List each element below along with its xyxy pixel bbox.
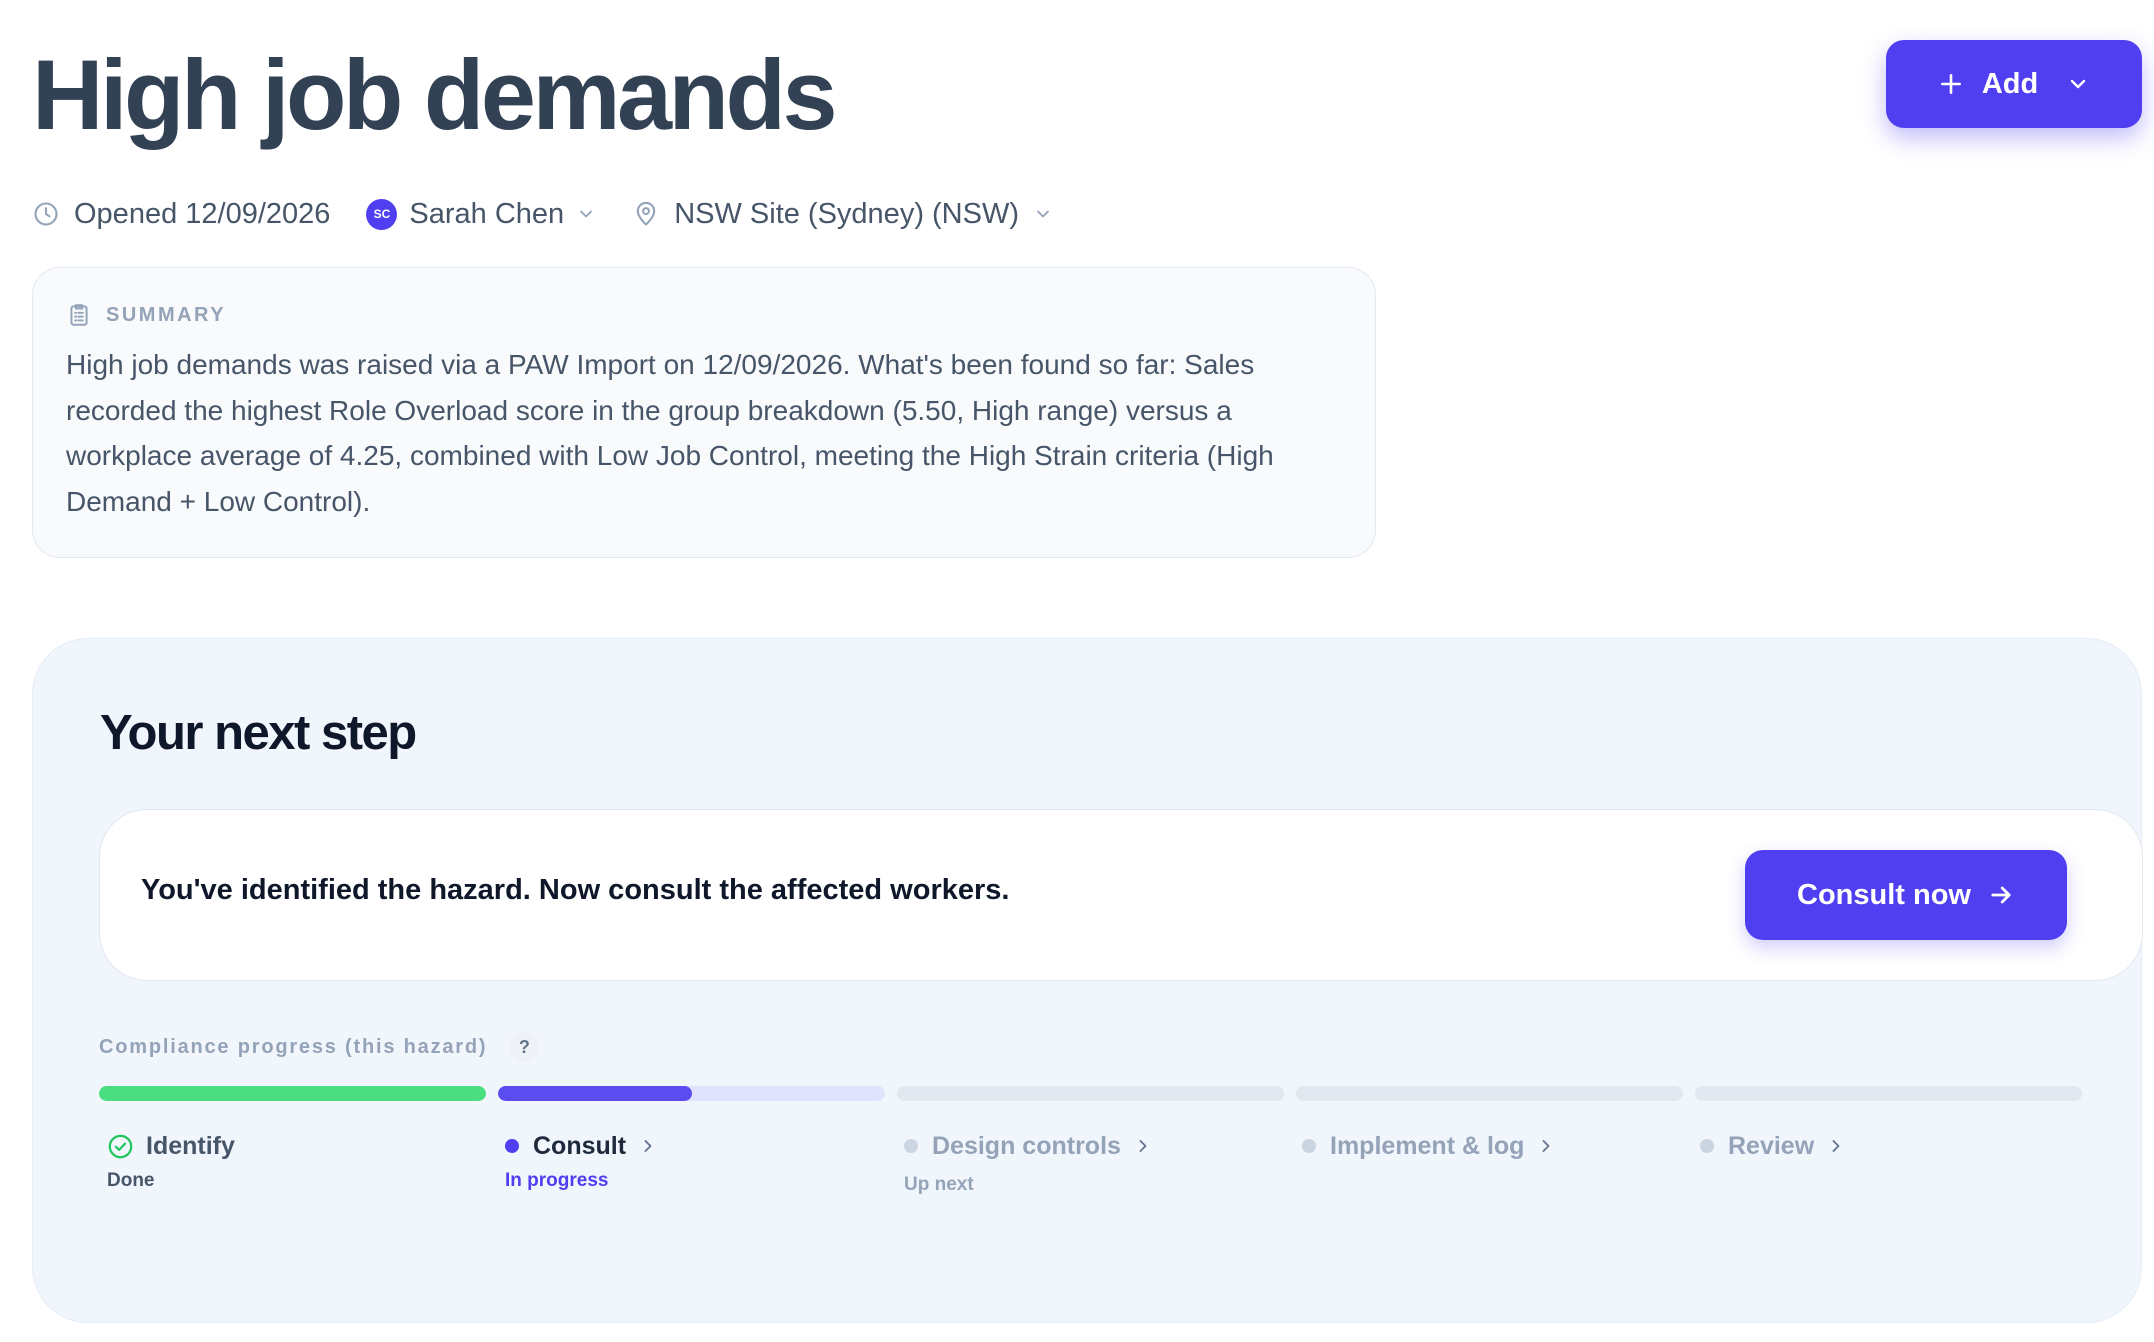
step-review[interactable]: Review xyxy=(1700,1126,2087,1166)
chevron-right-icon xyxy=(1543,1140,1550,1152)
chevron-down-icon xyxy=(2070,79,2086,89)
site-name: NSW Site (Sydney) (NSW) xyxy=(674,197,1020,230)
progress-fill-identify xyxy=(99,1086,486,1101)
step-design-controls-status: Up next xyxy=(904,1174,974,1195)
step-design-controls-dot xyxy=(904,1139,918,1153)
consult-now-label: Consult now xyxy=(1797,878,1971,911)
next-step-card: You've identified the hazard. Now consul… xyxy=(99,809,2143,981)
consult-now-button[interactable]: Consult now xyxy=(1745,850,2067,940)
summary-heading: SUMMARY xyxy=(66,300,1343,330)
step-implement-log-label: Implement & log xyxy=(1330,1131,1525,1160)
step-implement-log-dot xyxy=(1302,1139,1316,1153)
step-implement-log[interactable]: Implement & log xyxy=(1302,1126,1689,1166)
clipboard-icon xyxy=(70,304,88,326)
progress-label: Compliance progress (this hazard) ? xyxy=(99,1032,540,1062)
summary-heading-text: SUMMARY xyxy=(106,303,227,326)
next-step-title: Your next step xyxy=(100,706,417,760)
chevron-down-icon xyxy=(1037,210,1049,218)
step-identify-status: Done xyxy=(107,1170,155,1191)
progress-bar-identify xyxy=(99,1086,486,1101)
site-selector[interactable]: NSW Site (Sydney) (NSW) xyxy=(632,198,1053,231)
next-step-message: You've identified the hazard. Now consul… xyxy=(141,874,1010,906)
add-button-label: Add xyxy=(1981,67,2039,100)
help-icon[interactable]: ? xyxy=(509,1032,540,1062)
step-identify-label: Identify xyxy=(146,1131,235,1160)
step-review-dot xyxy=(1700,1139,1714,1153)
page-title: High job demands xyxy=(32,39,838,150)
meta-bar: Opened 12/09/2026 SC Sarah Chen NSW Site… xyxy=(32,194,1089,234)
chevron-right-icon xyxy=(1139,1140,1147,1152)
step-consult-dot xyxy=(505,1139,519,1153)
opened-date-text: Opened 12/09/2026 xyxy=(74,197,331,230)
progress-bars xyxy=(99,1086,2082,1101)
progress-bar-implement-log xyxy=(1296,1086,1683,1101)
progress-label-text: Compliance progress (this hazard) xyxy=(99,1035,488,1058)
map-pin-icon xyxy=(636,201,656,226)
step-consult-status: In progress xyxy=(505,1170,609,1191)
step-review-label: Review xyxy=(1728,1131,1815,1160)
avatar: SC xyxy=(366,198,398,230)
summary-text: High job demands was raised via a PAW Im… xyxy=(66,349,1274,517)
check-circle-icon xyxy=(108,1134,133,1158)
owner-name: Sarah Chen xyxy=(409,197,565,230)
plus-icon xyxy=(1940,74,1961,94)
step-consult-label: Consult xyxy=(533,1131,627,1160)
step-consult[interactable]: Consult In progress xyxy=(505,1126,892,1192)
step-design-controls[interactable]: Design controls Up next xyxy=(904,1126,1291,1196)
owner-selector[interactable]: SC Sarah Chen xyxy=(366,198,596,231)
clock-icon xyxy=(34,202,58,226)
progress-bar-consult xyxy=(498,1086,885,1101)
progress-bar-review xyxy=(1695,1086,2082,1101)
add-button[interactable]: Add xyxy=(1886,40,2142,128)
chevron-right-icon xyxy=(1832,1140,1840,1152)
progress-bar-design-controls xyxy=(897,1086,1284,1101)
summary-card: SUMMARY High job demands was raised via … xyxy=(32,267,1376,558)
opened-date: Opened 12/09/2026 xyxy=(32,198,330,231)
next-step-panel: Your next step You've identified the haz… xyxy=(32,638,2143,1323)
arrow-right-icon xyxy=(1991,886,2011,904)
step-identify[interactable]: Identify Done xyxy=(107,1126,494,1192)
step-design-controls-label: Design controls xyxy=(932,1131,1121,1160)
chevron-right-icon xyxy=(644,1140,652,1152)
chevron-down-icon xyxy=(580,210,593,218)
progress-fill-consult xyxy=(498,1086,692,1101)
